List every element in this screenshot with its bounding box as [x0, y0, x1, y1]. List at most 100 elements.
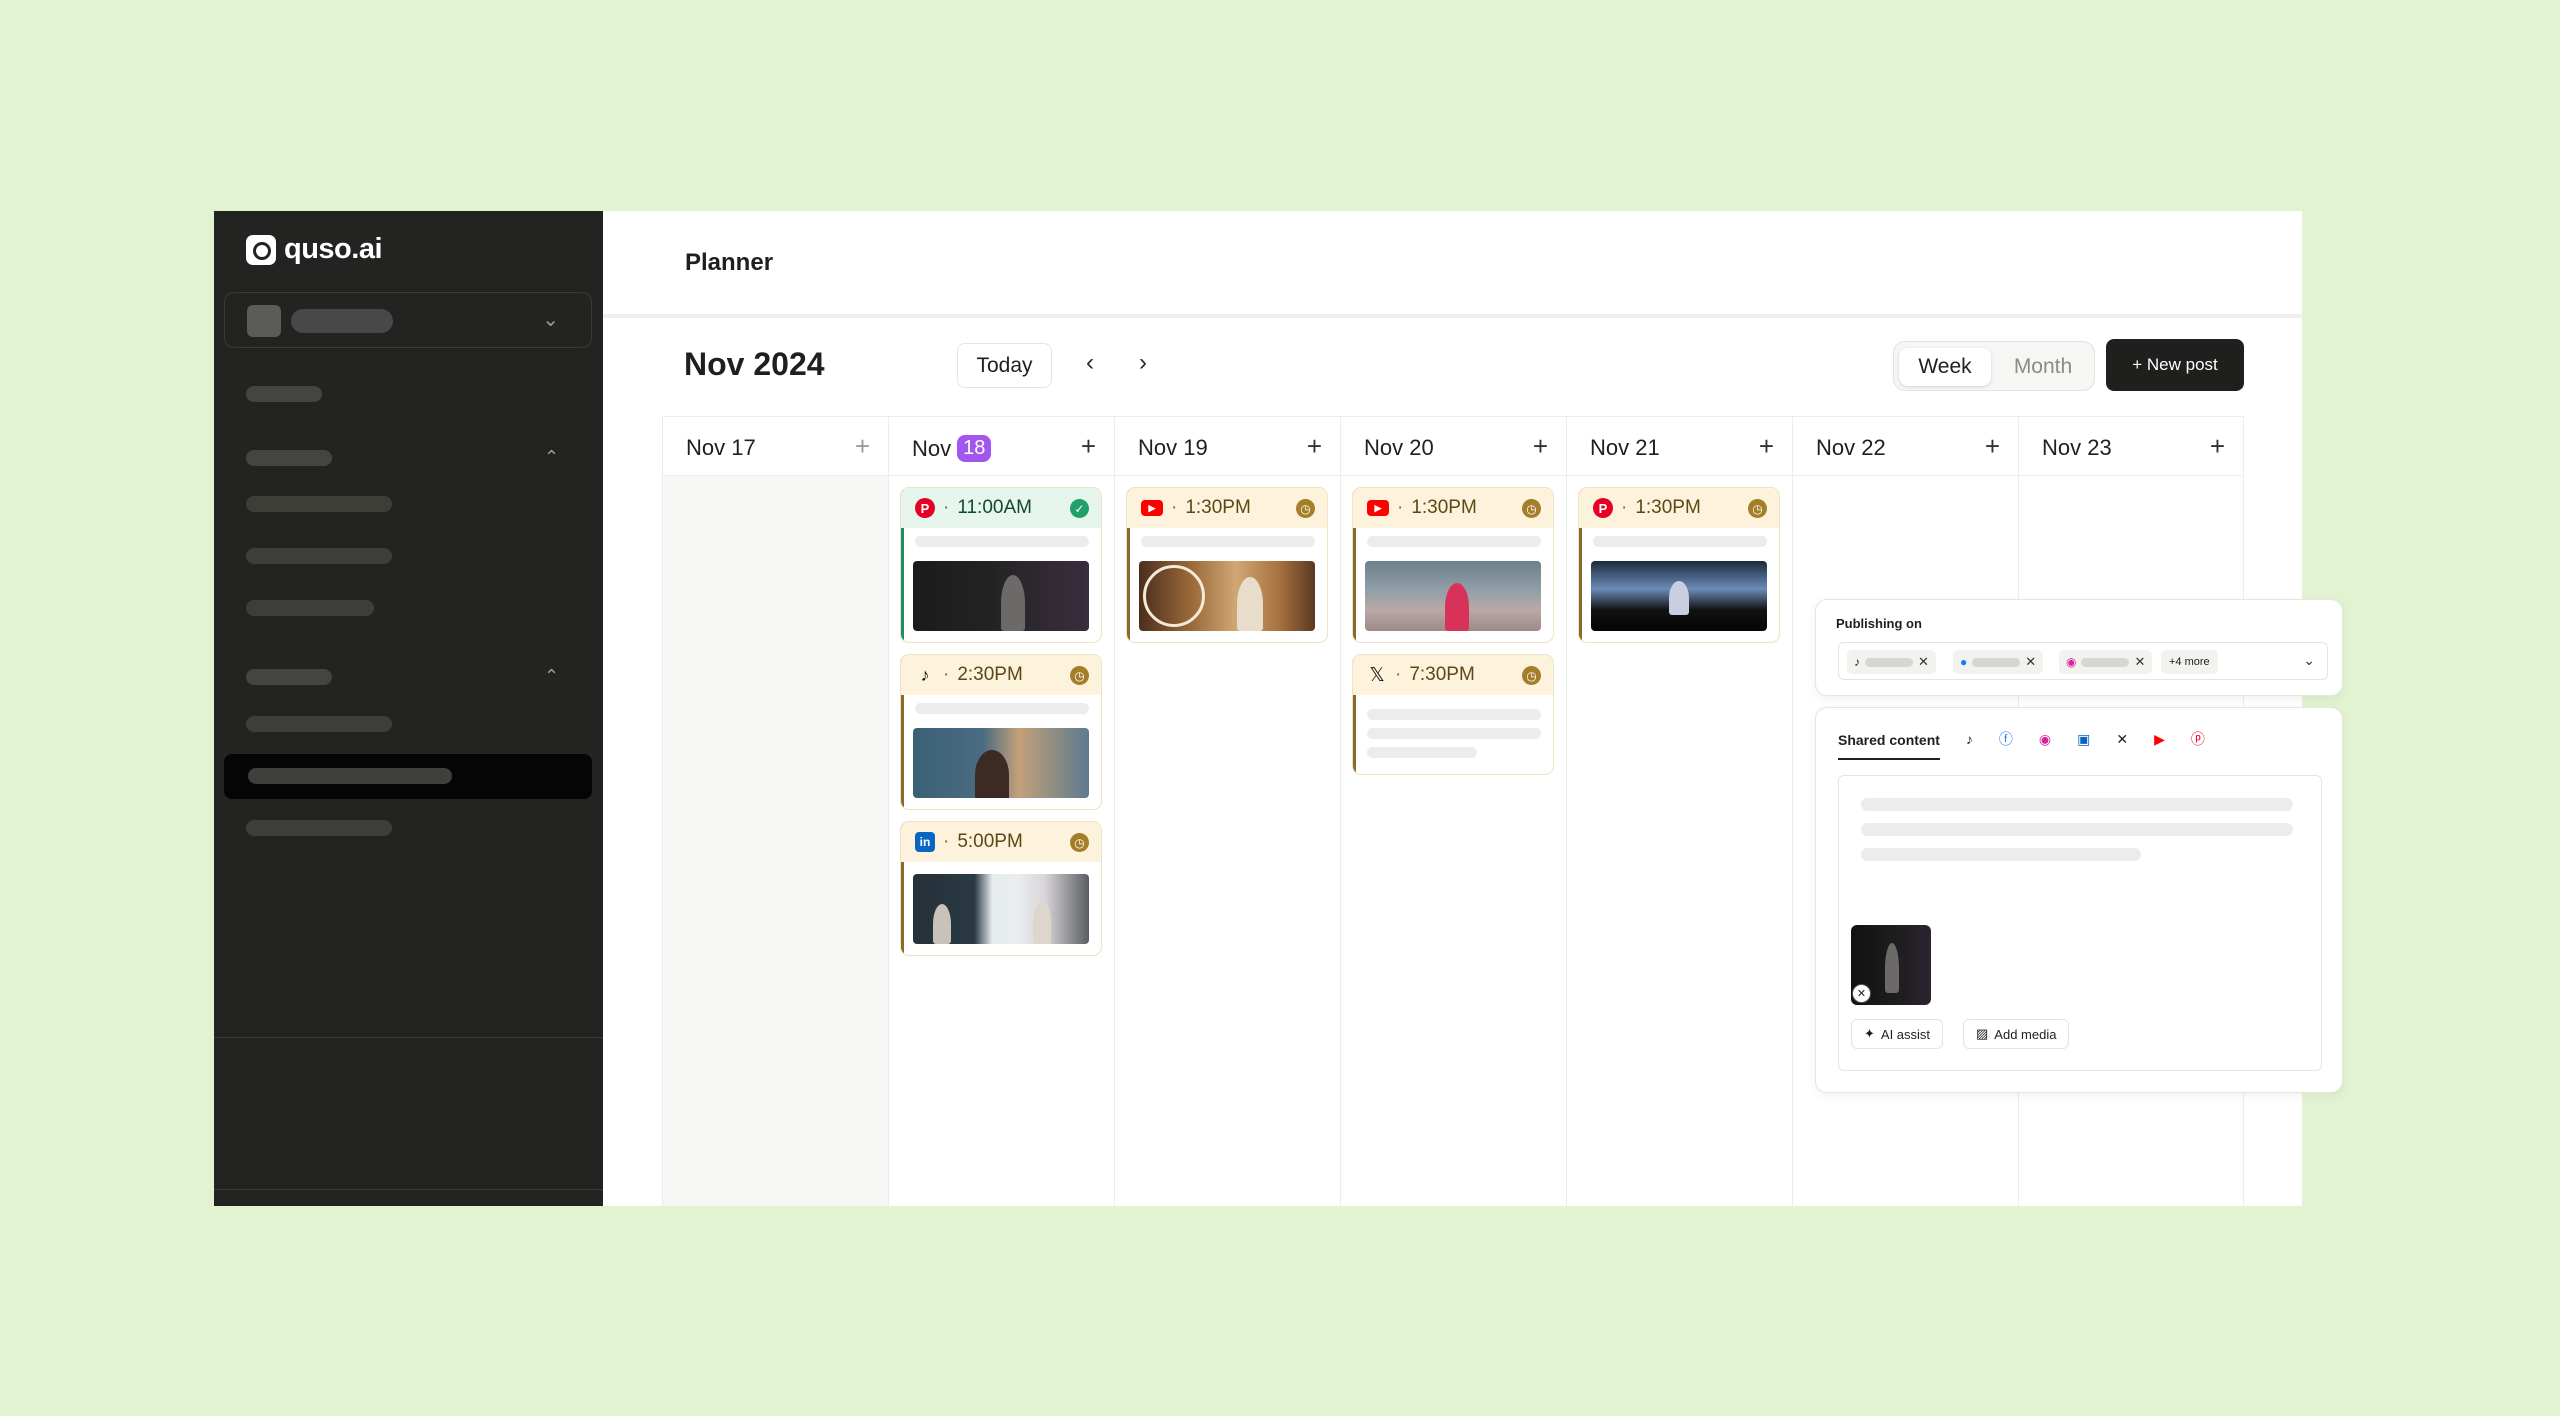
- remove-icon[interactable]: ✕: [2134, 654, 2145, 670]
- day-label: Nov 21: [1590, 435, 1660, 460]
- post-thumbnail: [1365, 561, 1541, 631]
- week-view-button[interactable]: Week: [1899, 348, 1991, 386]
- day-column[interactable]: Nov 19 + ▶ · 1:30PM ◷: [1114, 416, 1340, 1206]
- post-card[interactable]: ▶ · 1:30PM ◷: [1352, 487, 1554, 643]
- tab-shared-content[interactable]: Shared content: [1838, 732, 1940, 760]
- tiktok-icon: ♪: [920, 664, 930, 685]
- platform-chip[interactable]: ● ✕: [1953, 650, 2044, 674]
- ai-assist-label: AI assist: [1880, 1026, 1931, 1042]
- add-media-button[interactable]: ▨ Add media: [1963, 1019, 2070, 1049]
- brand-logo[interactable]: quso.ai: [246, 233, 383, 266]
- post-header: ▶ · 1:30PM ◷: [1127, 488, 1327, 528]
- day-column[interactable]: Nov 21 + P · 1:30PM ◷: [1566, 416, 1792, 1206]
- pinterest-icon[interactable]: ⓟ: [2191, 729, 2205, 749]
- thumbnail-figure: [1001, 575, 1025, 631]
- platform-chip[interactable]: ◉ ✕: [2059, 650, 2153, 674]
- ai-assist-button[interactable]: ✦ AI assist: [1851, 1019, 1944, 1049]
- post-header: P · 11:00AM ✓: [901, 488, 1101, 528]
- remove-media-icon[interactable]: ✕: [1852, 984, 1871, 1003]
- workspace-name-placeholder: [291, 309, 393, 333]
- add-post-icon[interactable]: +: [1307, 431, 1322, 462]
- clock-icon: ◷: [1070, 666, 1089, 685]
- remove-icon[interactable]: ✕: [1918, 654, 1929, 670]
- post-card[interactable]: in · 5:00PM ◷: [900, 821, 1102, 956]
- platform-select[interactable]: ♪ ✕ ● ✕ ◉ ✕ +4 more ⌄: [1838, 642, 2328, 680]
- post-time: 1:30PM: [1411, 497, 1477, 518]
- post-thumbnail: [913, 561, 1089, 631]
- caption-placeholder: [1367, 728, 1541, 739]
- day-label: Nov 17: [686, 435, 756, 460]
- day-label: Nov 19: [1138, 435, 1208, 460]
- chevron-right-icon[interactable]: ›: [1123, 343, 1163, 383]
- x-icon: 𝕏: [1369, 664, 1385, 686]
- thumbnail-figure: [1033, 902, 1051, 944]
- new-post-button[interactable]: + New post: [2106, 339, 2244, 391]
- caption-placeholder: [1367, 747, 1477, 758]
- separator-dot: ·: [1621, 497, 1628, 518]
- chevron-up-icon[interactable]: ⌃: [544, 447, 559, 468]
- sidebar-item-placeholder[interactable]: [246, 820, 392, 836]
- youtube-icon[interactable]: ▶: [2154, 731, 2165, 748]
- month-view-button[interactable]: Month: [1999, 348, 2087, 386]
- caption-editor[interactable]: ✕ ✦ AI assist ▨ Add media: [1838, 775, 2322, 1071]
- tiktok-icon[interactable]: ♪: [1966, 731, 1973, 747]
- day-column[interactable]: Nov 18 + P · 11:00AM ✓ ♪ · 2:30PM ◷ in ·…: [888, 416, 1114, 1206]
- add-post-icon[interactable]: +: [1081, 431, 1096, 462]
- platform-chip[interactable]: ♪ ✕: [1847, 650, 1936, 674]
- thumbnail-figure: [1885, 943, 1899, 993]
- add-post-icon[interactable]: +: [1985, 431, 2000, 462]
- sidebar-item-placeholder[interactable]: [246, 600, 374, 616]
- brand-name: quso.ai: [284, 233, 383, 265]
- post-header: ♪ · 2:30PM ◷: [901, 655, 1101, 695]
- ring-light-shape: [1143, 565, 1205, 627]
- post-time: 11:00AM: [957, 497, 1032, 518]
- post-card[interactable]: 𝕏 · 7:30PM ◷: [1352, 654, 1554, 775]
- text-placeholder: [1861, 823, 2293, 836]
- post-thumbnail: [1591, 561, 1767, 631]
- sidebar-item-placeholder: [248, 768, 452, 784]
- sidebar-section-placeholder[interactable]: [246, 450, 332, 466]
- add-post-icon[interactable]: +: [855, 431, 870, 462]
- instagram-icon[interactable]: ◉: [2039, 731, 2051, 748]
- add-post-icon[interactable]: +: [1533, 431, 1548, 462]
- post-time: 2:30PM: [957, 664, 1023, 685]
- chevron-left-icon[interactable]: ‹: [1070, 343, 1110, 383]
- sparkle-icon: ✦: [1864, 1026, 1875, 1041]
- chevron-down-icon[interactable]: ⌄: [2303, 652, 2315, 669]
- caption-placeholder: [1141, 536, 1315, 547]
- today-button[interactable]: Today: [957, 343, 1052, 388]
- sidebar-item-active[interactable]: [224, 754, 592, 799]
- sidebar-item-placeholder[interactable]: [246, 386, 322, 402]
- remove-icon[interactable]: ✕: [2025, 654, 2036, 670]
- youtube-icon: ▶: [1367, 500, 1389, 516]
- sidebar-item-placeholder[interactable]: [246, 496, 392, 512]
- post-thumbnail: [913, 728, 1089, 798]
- day-header: Nov 23 +: [2019, 416, 2243, 476]
- post-header: 𝕏 · 7:30PM ◷: [1353, 655, 1553, 695]
- thumbnail-figure: [975, 750, 1009, 798]
- sidebar-divider: [214, 1189, 603, 1190]
- post-card[interactable]: ▶ · 1:30PM ◷: [1126, 487, 1328, 643]
- media-thumbnail[interactable]: ✕: [1851, 925, 1931, 1005]
- day-column[interactable]: Nov 20 + ▶ · 1:30PM ◷ 𝕏 · 7:30PM ◷: [1340, 416, 1566, 1206]
- chevron-up-icon[interactable]: ⌃: [544, 666, 559, 687]
- sidebar-section-placeholder[interactable]: [246, 669, 332, 685]
- add-post-icon[interactable]: +: [2210, 431, 2225, 462]
- sidebar: quso.ai ⌄ ⌃ ⌃: [214, 211, 603, 1206]
- platform-tabs: Shared content ♪ ⓕ ◉ ▣ ✕ ▶ ⓟ: [1838, 722, 2205, 760]
- post-card[interactable]: P · 11:00AM ✓: [900, 487, 1102, 643]
- pinterest-icon: P: [915, 498, 935, 518]
- post-card[interactable]: ♪ · 2:30PM ◷: [900, 654, 1102, 810]
- text-placeholder: [1861, 848, 2141, 861]
- sidebar-item-placeholder[interactable]: [246, 716, 392, 732]
- facebook-icon[interactable]: ⓕ: [1999, 729, 2013, 749]
- x-icon[interactable]: ✕: [2116, 731, 2128, 748]
- post-card[interactable]: P · 1:30PM ◷: [1578, 487, 1780, 643]
- day-column[interactable]: Nov 17 +: [662, 416, 888, 1206]
- chip-name-placeholder: [2081, 657, 2130, 667]
- add-post-icon[interactable]: +: [1759, 431, 1774, 462]
- linkedin-icon[interactable]: ▣: [2077, 731, 2090, 748]
- more-platforms-chip[interactable]: +4 more: [2161, 650, 2218, 674]
- sidebar-item-placeholder[interactable]: [246, 548, 392, 564]
- workspace-switcher[interactable]: ⌄: [224, 292, 592, 348]
